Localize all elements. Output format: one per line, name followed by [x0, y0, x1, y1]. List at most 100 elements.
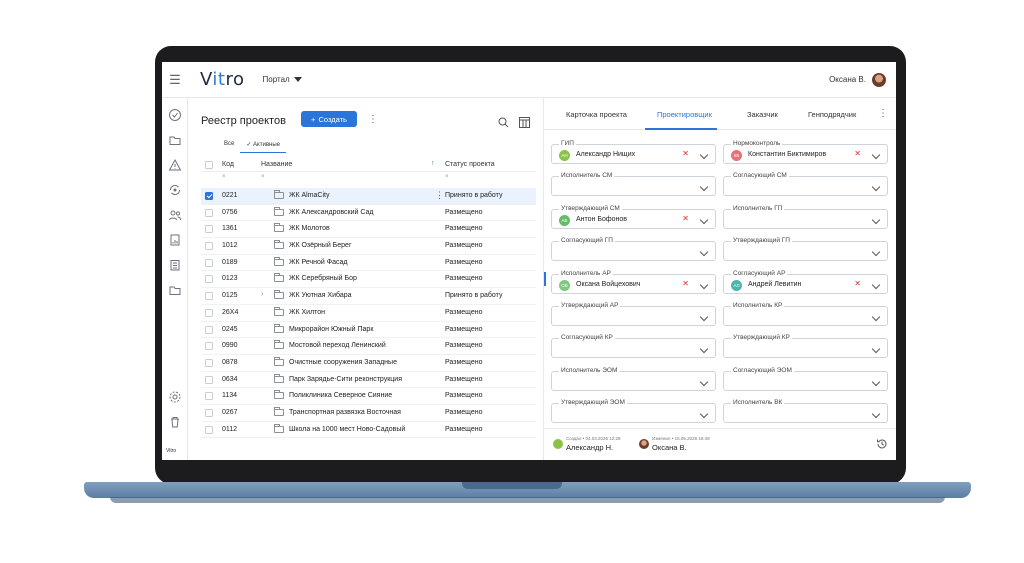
- row-checkbox[interactable]: [205, 308, 213, 317]
- role-select[interactable]: Исполнитель ЭОМ: [551, 366, 716, 391]
- role-select[interactable]: Согласующий ЭОМ: [723, 366, 888, 391]
- role-select[interactable]: Утверждающий ГП: [723, 237, 888, 262]
- row-checkbox[interactable]: [205, 392, 213, 401]
- table-row[interactable]: 1134 Поликлиника Северное Сияние Размещено: [201, 388, 536, 405]
- chevron-down-icon[interactable]: [699, 247, 709, 257]
- role-select[interactable]: Согласующий СМ: [723, 172, 888, 197]
- chevron-down-icon[interactable]: [871, 215, 881, 225]
- role-select[interactable]: Согласующий ГП: [551, 237, 716, 262]
- table-row[interactable]: 0112 Школа на 1000 мест Ново-Садовый Разме…: [201, 422, 536, 439]
- role-select[interactable]: Утверждающий СМ АБ Антон Бофонов ✕: [551, 204, 716, 229]
- role-select[interactable]: Исполнитель ВК: [723, 399, 888, 424]
- clear-icon[interactable]: ✕: [682, 214, 689, 223]
- role-select[interactable]: Исполнитель ГП: [723, 204, 888, 229]
- search-icon[interactable]: [498, 115, 509, 133]
- clipboard-icon[interactable]: [168, 258, 182, 272]
- clear-icon[interactable]: ✕: [854, 279, 861, 288]
- row-checkbox[interactable]: [205, 292, 213, 301]
- expand-chevron-icon[interactable]: ›: [261, 291, 263, 298]
- table-row[interactable]: 0267 Транспортная развязка Восточная Разме…: [201, 405, 536, 422]
- role-select[interactable]: Утверждающий КР: [723, 334, 888, 359]
- role-select[interactable]: Нормоконтроль КБ Константин Биктимиров ✕: [723, 140, 888, 164]
- tab-project-card[interactable]: Карточка проекта: [566, 110, 627, 119]
- role-select[interactable]: ГИП АН Александр Нищих ✕: [551, 140, 716, 164]
- row-checkbox[interactable]: [205, 275, 213, 284]
- tab-general-contractor[interactable]: Генподрядчик: [808, 110, 856, 119]
- chevron-down-icon[interactable]: [699, 183, 709, 192]
- create-button[interactable]: + Создать: [301, 111, 357, 127]
- row-checkbox[interactable]: [205, 242, 213, 251]
- clear-filter-name-icon[interactable]: ×: [261, 174, 265, 180]
- hamburger-menu-icon[interactable]: ☰: [162, 72, 188, 88]
- clear-icon[interactable]: ✕: [682, 149, 689, 158]
- user-menu[interactable]: Оксана В.: [829, 72, 886, 87]
- table-row[interactable]: 0189 ЖК Речной Фасад Размещено: [201, 255, 536, 272]
- row-checkbox[interactable]: [205, 375, 213, 384]
- history-icon[interactable]: [876, 438, 888, 452]
- more-vertical-icon[interactable]: ⋮: [368, 115, 378, 125]
- table-row[interactable]: 0990 Мостовой переход Ленинский Размещено: [201, 338, 536, 355]
- select-all-checkbox[interactable]: [205, 161, 213, 169]
- table-row[interactable]: 0245 Микрорайон Южный Парк Размещено: [201, 322, 536, 339]
- row-checkbox[interactable]: [205, 425, 213, 434]
- table-row[interactable]: 26Х4 ЖК Хилтон Размещено: [201, 305, 536, 322]
- filter-tab-active[interactable]: ✓ Активные: [240, 139, 286, 153]
- sync-icon[interactable]: [168, 183, 182, 197]
- clear-icon[interactable]: ✕: [682, 279, 689, 288]
- role-select[interactable]: Исполнитель КР: [723, 302, 888, 326]
- chevron-down-icon[interactable]: [699, 377, 709, 387]
- clear-filter-code-icon[interactable]: ×: [222, 174, 226, 180]
- role-select[interactable]: Исполнитель СМ: [551, 172, 716, 197]
- table-row[interactable]: 0634 Парк Зарядье-Сити реконструкция Разме…: [201, 372, 536, 389]
- columns-icon[interactable]: [519, 115, 530, 133]
- chevron-down-icon[interactable]: [871, 280, 881, 289]
- table-row[interactable]: 0125 › ЖК Уютная Хибара Принято в работу: [201, 288, 536, 305]
- trash-icon[interactable]: [168, 415, 182, 429]
- chevron-down-icon[interactable]: [699, 150, 709, 160]
- chevron-down-icon[interactable]: [871, 345, 881, 354]
- users-icon[interactable]: [168, 208, 182, 222]
- row-checkbox[interactable]: [205, 325, 213, 334]
- warning-icon[interactable]: [168, 158, 182, 172]
- tab-designer[interactable]: Проектировщик: [657, 110, 712, 119]
- column-name[interactable]: Название: [261, 161, 292, 168]
- chevron-down-icon[interactable]: [871, 312, 881, 322]
- row-checkbox[interactable]: [205, 192, 213, 200]
- chevron-down-icon[interactable]: [699, 280, 709, 289]
- chevron-down-icon[interactable]: [699, 409, 709, 419]
- role-select[interactable]: Утверждающий ЭОМ: [551, 399, 716, 424]
- row-checkbox[interactable]: [205, 408, 213, 417]
- portal-dropdown[interactable]: Портал: [263, 75, 302, 84]
- table-row[interactable]: 0756 ЖК Александровский Сад Размещено: [201, 205, 536, 222]
- chevron-down-icon[interactable]: [871, 409, 881, 419]
- app-logo[interactable]: Vitro: [200, 69, 245, 90]
- role-select[interactable]: Исполнитель АР ОВ Оксана Войцехович ✕: [551, 269, 716, 294]
- column-code[interactable]: Код: [222, 161, 234, 168]
- row-checkbox[interactable]: [205, 225, 213, 234]
- tab-customer[interactable]: Заказчик: [747, 110, 778, 119]
- table-row[interactable]: 1012 ЖК Озёрный Берег Размещено: [201, 238, 536, 255]
- row-checkbox[interactable]: [205, 358, 213, 367]
- check-circle-icon[interactable]: [168, 108, 182, 122]
- chevron-down-icon[interactable]: [699, 345, 709, 354]
- role-select[interactable]: Утверждающий АР: [551, 302, 716, 326]
- folder-icon[interactable]: [168, 283, 182, 297]
- chevron-down-icon[interactable]: [871, 150, 881, 160]
- folder-icon[interactable]: [168, 133, 182, 147]
- chevron-down-icon[interactable]: [871, 247, 881, 257]
- more-vertical-icon[interactable]: ⋮: [878, 109, 888, 119]
- chevron-down-icon[interactable]: [699, 215, 709, 225]
- role-select[interactable]: Согласующий КР: [551, 334, 716, 359]
- table-row[interactable]: 1361 ЖК Молотов Размещено: [201, 221, 536, 239]
- row-checkbox[interactable]: [205, 208, 213, 217]
- clear-filter-status-icon[interactable]: ×: [445, 174, 449, 180]
- filter-tab-all[interactable]: Все: [218, 139, 240, 153]
- chevron-down-icon[interactable]: [699, 312, 709, 322]
- row-checkbox[interactable]: [205, 342, 213, 351]
- sort-arrow-up-icon[interactable]: ↑: [431, 160, 435, 167]
- chevron-down-icon[interactable]: [871, 377, 881, 387]
- table-row[interactable]: 0221 ЖК AlmaCity ⋮ Принято в работу: [201, 188, 536, 205]
- row-menu-icon[interactable]: ⋮: [435, 190, 444, 201]
- table-row[interactable]: 0878 Очистные сооружения Западные Размещен…: [201, 355, 536, 372]
- clear-icon[interactable]: ✕: [854, 149, 861, 158]
